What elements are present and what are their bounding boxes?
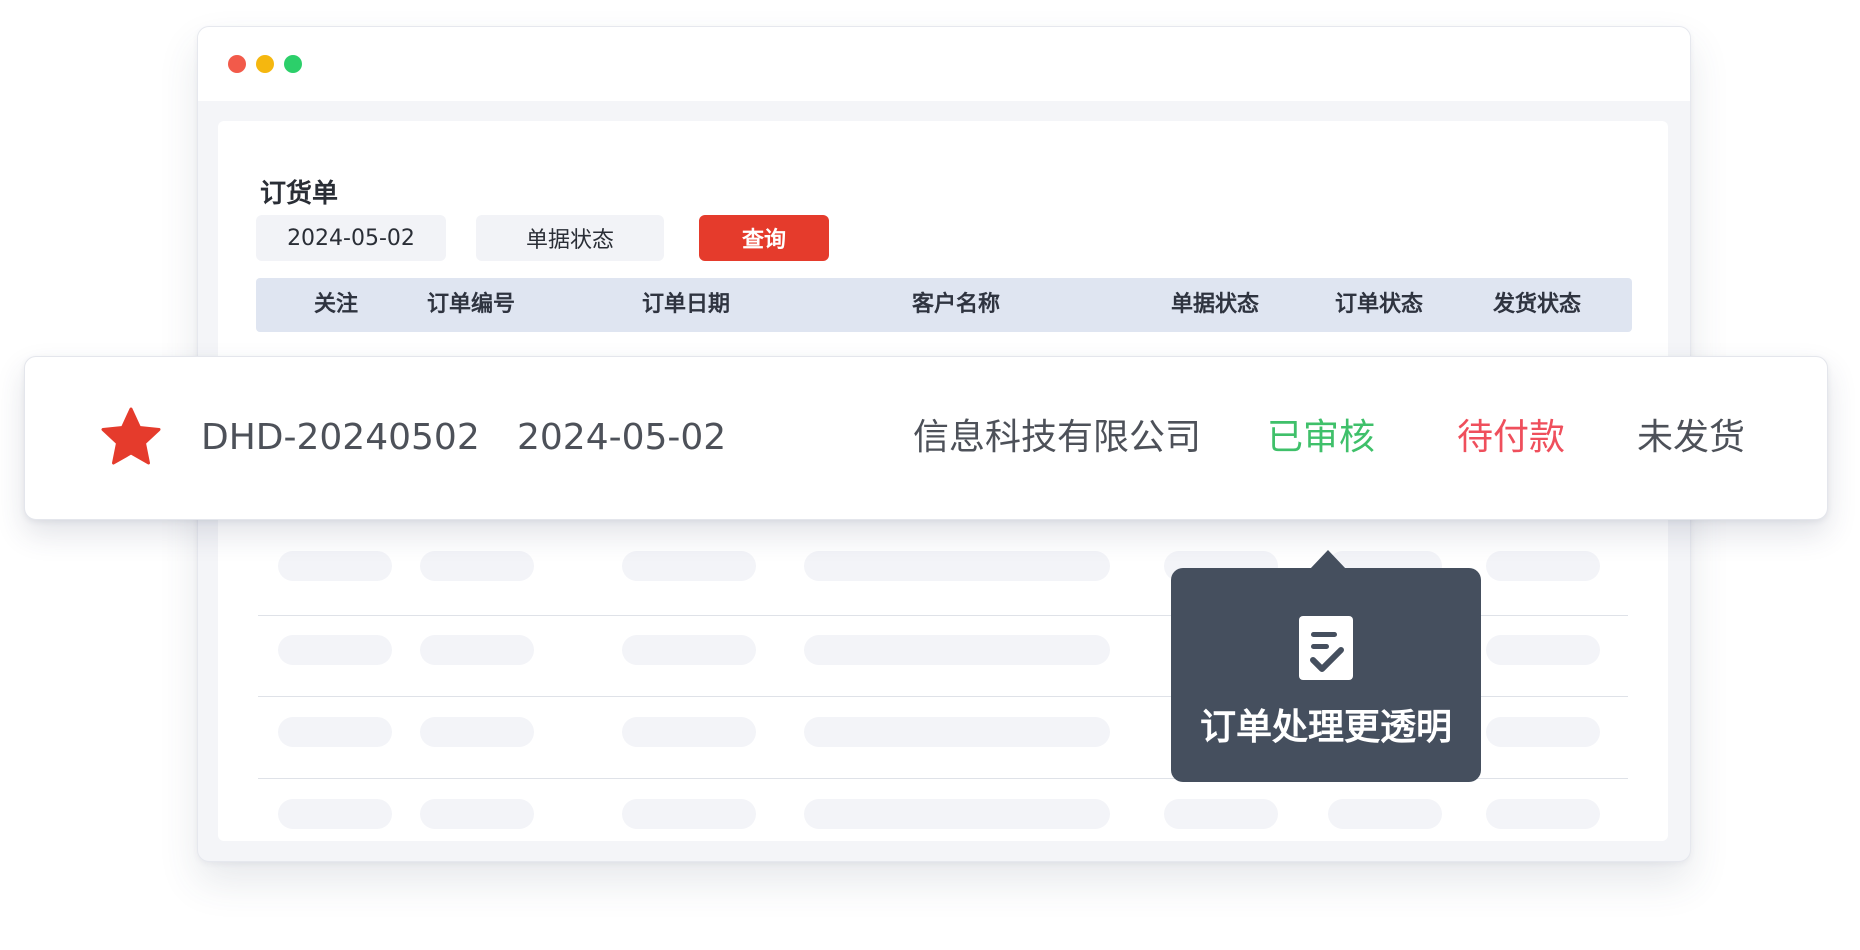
placeholder-cell	[622, 635, 756, 665]
placeholder-cell	[622, 799, 756, 829]
placeholder-cell	[804, 799, 1110, 829]
maximize-window-icon[interactable]	[284, 55, 302, 73]
placeholder-cell	[1486, 551, 1600, 581]
column-header-shipping-status[interactable]: 发货状态	[1493, 278, 1581, 332]
placeholder-cell	[622, 551, 756, 581]
stage: 订货单 2024-05-02 单据状态 查询 关注 订单编号 订单日期 客户名称…	[0, 0, 1860, 950]
document-check-icon	[1299, 616, 1353, 680]
title-bar	[198, 27, 1690, 101]
query-button[interactable]: 查询	[699, 215, 829, 261]
customer-name: 信息科技有限公司	[913, 417, 1202, 458]
placeholder-cell	[1328, 799, 1442, 829]
placeholder-cell	[1164, 799, 1278, 829]
column-header-customer[interactable]: 客户名称	[912, 278, 1000, 332]
placeholder-cell	[420, 799, 534, 829]
placeholder-cell	[278, 635, 392, 665]
tooltip-arrow	[1310, 550, 1346, 569]
placeholder-cell	[1486, 717, 1600, 747]
placeholder-cell	[278, 799, 392, 829]
tooltip-text: 订单处理更透明	[1199, 707, 1452, 748]
placeholder-cell	[1486, 635, 1600, 665]
minimize-window-icon[interactable]	[256, 55, 274, 73]
order-date: 2024-05-02	[517, 417, 727, 458]
date-filter-input[interactable]: 2024-05-02	[256, 215, 446, 261]
column-header-document-status[interactable]: 单据状态	[1171, 278, 1259, 332]
placeholder-cell	[420, 551, 534, 581]
star-icon[interactable]	[99, 405, 163, 469]
column-header-follow[interactable]: 关注	[314, 278, 358, 332]
order-status-badge: 待付款	[1457, 417, 1566, 458]
placeholder-cell	[420, 717, 534, 747]
table-header: 关注 订单编号 订单日期 客户名称 单据状态 订单状态 发货状态	[256, 278, 1632, 332]
close-window-icon[interactable]	[228, 55, 246, 73]
tooltip: 订单处理更透明	[1171, 568, 1481, 782]
column-header-order-no[interactable]: 订单编号	[427, 278, 515, 332]
placeholder-cell	[622, 717, 756, 747]
placeholder-cell	[278, 551, 392, 581]
document-status-select[interactable]: 单据状态	[476, 215, 664, 261]
placeholder-cell	[804, 717, 1110, 747]
order-number[interactable]: DHD-20240502	[201, 357, 480, 519]
column-header-order-date[interactable]: 订单日期	[642, 278, 730, 332]
document-status-badge: 已审核	[1267, 417, 1376, 458]
page-title: 订货单	[260, 179, 339, 209]
placeholder-cell	[420, 635, 534, 665]
placeholder-cell	[804, 551, 1110, 581]
placeholder-cell	[804, 635, 1110, 665]
column-header-order-status[interactable]: 订单状态	[1335, 278, 1423, 332]
placeholder-cell	[278, 717, 392, 747]
highlighted-order-row[interactable]: DHD-20240502 2024-05-02 信息科技有限公司 已审核 待付款…	[24, 356, 1828, 520]
placeholder-cell	[1486, 799, 1600, 829]
shipping-status-badge: 未发货	[1637, 417, 1746, 458]
